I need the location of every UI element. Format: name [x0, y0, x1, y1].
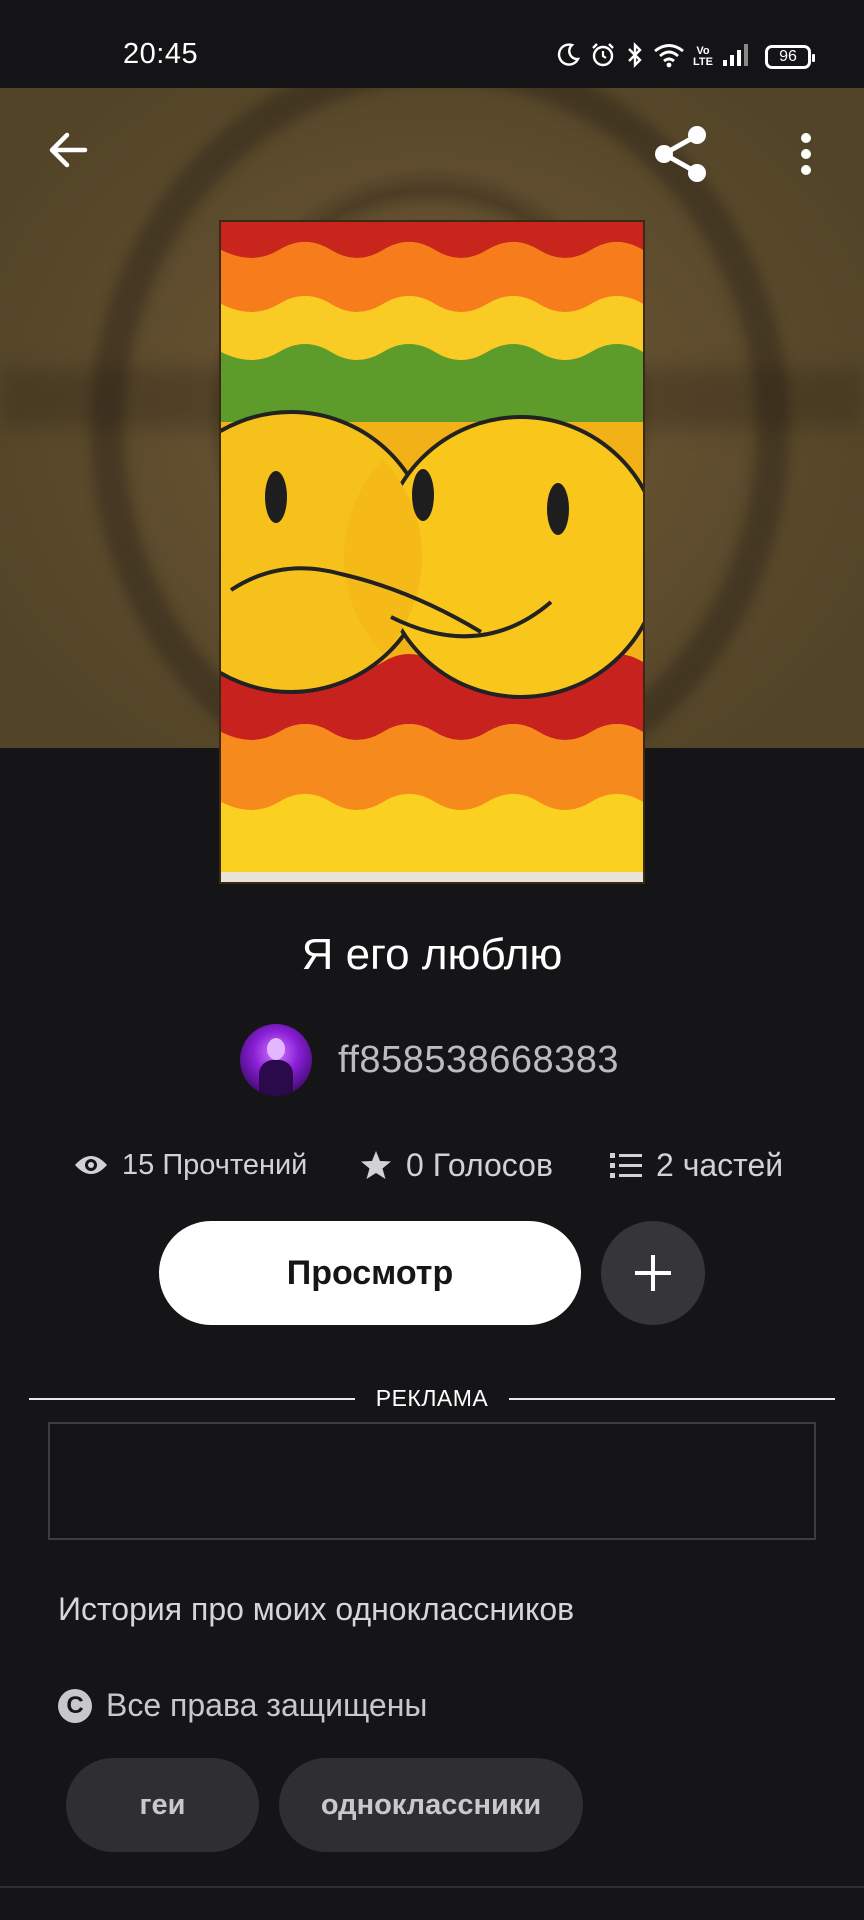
battery-icon: 96: [765, 45, 815, 69]
eye-icon: [75, 1156, 107, 1174]
tag-chip[interactable]: одноклассники: [279, 1758, 583, 1852]
tag-chip[interactable]: геи: [66, 1758, 259, 1852]
stat-parts: 2 частей: [610, 1140, 783, 1190]
reads-count: 15 Прочтений: [122, 1148, 308, 1181]
story-details-screen: 20:45 Vo LTE 96 Я его люблю ff8585386683…: [0, 0, 864, 1920]
star-icon: [361, 1151, 391, 1179]
avatar: [240, 1024, 312, 1096]
votes-count: 0 Голосов: [406, 1146, 553, 1183]
status-icons: Vo LTE 96: [555, 40, 815, 74]
author-link[interactable]: ff858538668383: [240, 1024, 619, 1096]
moon-icon: [555, 42, 581, 73]
stat-votes: 0 Голосов: [360, 1140, 553, 1190]
ad-label: РЕКЛАМА: [375, 1385, 489, 1411]
divider: [29, 1398, 355, 1400]
back-arrow-icon: [49, 132, 88, 168]
parts-count: 2 частей: [656, 1146, 784, 1183]
story-description: История про моих одноклассников: [58, 1591, 575, 1627]
bottom-divider: [0, 1886, 864, 1888]
author-name: ff858538668383: [338, 1038, 620, 1081]
story-stats: 15 Прочтений 0 Голосов 2 частей: [0, 1140, 864, 1190]
back-button[interactable]: [36, 118, 100, 182]
share-button[interactable]: [645, 122, 717, 186]
story-title: Я его люблю: [301, 930, 563, 979]
copyright-row: C Все права защищены: [58, 1687, 427, 1724]
wifi-icon: [653, 42, 685, 73]
bluetooth-icon: [625, 41, 645, 74]
share-icon: [655, 126, 706, 182]
add-to-library-button[interactable]: [601, 1221, 705, 1325]
copyright-icon: C: [58, 1688, 92, 1723]
copyright-text: Все права защищены: [106, 1687, 428, 1723]
divider: [509, 1398, 835, 1400]
ad-container[interactable]: [48, 1422, 816, 1540]
plus-icon: [635, 1255, 671, 1291]
status-bar: 20:45 Vo LTE 96: [0, 0, 864, 88]
list-icon: [610, 1153, 642, 1178]
volte-icon: Vo LTE: [693, 45, 713, 68]
status-time: 20:45: [123, 38, 199, 70]
signal-icon: [721, 42, 751, 73]
stat-reads: 15 Прочтений: [74, 1140, 307, 1190]
story-cover-image[interactable]: [221, 222, 643, 882]
alarm-icon: [589, 41, 617, 74]
ad-label-row: РЕКЛАМА: [29, 1385, 835, 1419]
more-options-button[interactable]: [782, 122, 830, 186]
read-button[interactable]: Просмотр: [159, 1221, 581, 1325]
more-vertical-icon: [801, 133, 811, 175]
tag-list: геи одноклассники: [66, 1758, 583, 1852]
